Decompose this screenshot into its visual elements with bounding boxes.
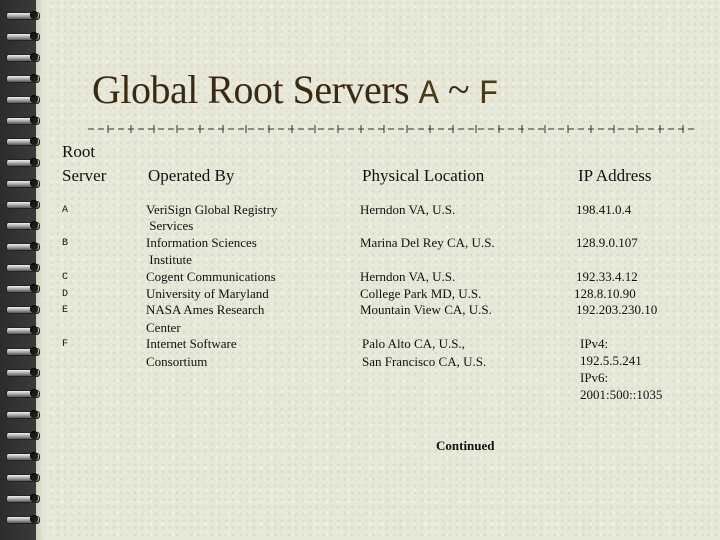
header-ip-address: IP Address [578, 166, 652, 185]
operator-line: Cogent Communications [146, 269, 276, 284]
binding-hole [30, 53, 38, 61]
binding-hole [30, 200, 38, 208]
operator-line: Center [146, 320, 181, 335]
title-letter-a: A [418, 76, 439, 114]
location-line: Palo Alto CA, U.S., [362, 336, 465, 351]
header-root-server-line2: Server [62, 166, 107, 185]
binding-hole [30, 473, 38, 481]
ip-line: 192.203.230.10 [576, 302, 658, 317]
ip-line: 128.8.10.90 [574, 286, 636, 301]
binding-hole [30, 137, 38, 145]
decorative-divider [88, 122, 698, 136]
binding-hole [30, 368, 38, 376]
title-main: Global Root Servers [92, 67, 419, 112]
binding-hole [30, 95, 38, 103]
binding-hole [30, 11, 38, 19]
operator-line: Consortium [146, 354, 208, 369]
root-letter-f: F [62, 339, 69, 350]
operator-line: Information Sciences [146, 235, 257, 250]
binding-hole [30, 221, 38, 229]
operator-line: University of Maryland [146, 286, 269, 301]
binding-hole [30, 32, 38, 40]
binding-hole [30, 242, 38, 250]
binding-hole [30, 74, 38, 82]
operator-line: Services [146, 218, 194, 233]
location-line: Marina Del Rey CA, U.S. [360, 235, 495, 250]
header-physical-location: Physical Location [362, 166, 485, 185]
root-letter-a: A [62, 205, 69, 216]
location-line: Mountain View CA, U.S. [360, 302, 492, 317]
binding-hole [30, 389, 38, 397]
ip-line: IPv6: [580, 370, 609, 385]
ip-line: 192.5.5.241 [580, 353, 642, 368]
location-line: Herndon VA, U.S. [360, 269, 456, 284]
header-operated-by: Operated By [148, 166, 235, 185]
binding-hole [30, 179, 38, 187]
continued-label: Continued [436, 438, 495, 453]
root-letter-d: D [62, 289, 69, 300]
location-line: Herndon VA, U.S. [360, 202, 456, 217]
binding-hole [30, 158, 38, 166]
header-root-server-line1: Root [62, 142, 96, 161]
ip-line: IPv4: [580, 336, 609, 351]
operator-line: Internet Software [146, 336, 237, 351]
operator-line: Institute [146, 252, 192, 267]
ip-line: 2001:500::1035 [580, 387, 663, 402]
binding-hole [30, 305, 38, 313]
operator-line: VeriSign Global Registry [146, 202, 278, 217]
binding-hole [30, 452, 38, 460]
binding-hole [30, 326, 38, 334]
location-line: College Park MD, U.S. [360, 286, 482, 301]
ip-line: 198.41.0.4 [576, 202, 632, 217]
binding-hole [30, 494, 38, 502]
binding-hole [30, 431, 38, 439]
root-letter-b: B [62, 238, 69, 249]
slide-title: Global Root Servers A ~ F [92, 66, 499, 114]
ip-line: 128.9.0.107 [576, 235, 638, 250]
binding-hole [30, 116, 38, 124]
title-letter-f: F [478, 76, 499, 114]
binding-hole [30, 410, 38, 418]
binding-hole [30, 284, 38, 292]
binding-hole [30, 347, 38, 355]
ip-line: 192.33.4.12 [576, 269, 638, 284]
title-separator: ~ [438, 67, 479, 112]
spiral-binding [0, 0, 44, 540]
binding-hole [30, 515, 38, 523]
root-letter-c: C [62, 272, 69, 283]
root-letter-e: E [62, 305, 69, 316]
operator-line: NASA Ames Research [146, 302, 265, 317]
location-line: San Francisco CA, U.S. [362, 354, 487, 369]
binding-hole [30, 263, 38, 271]
